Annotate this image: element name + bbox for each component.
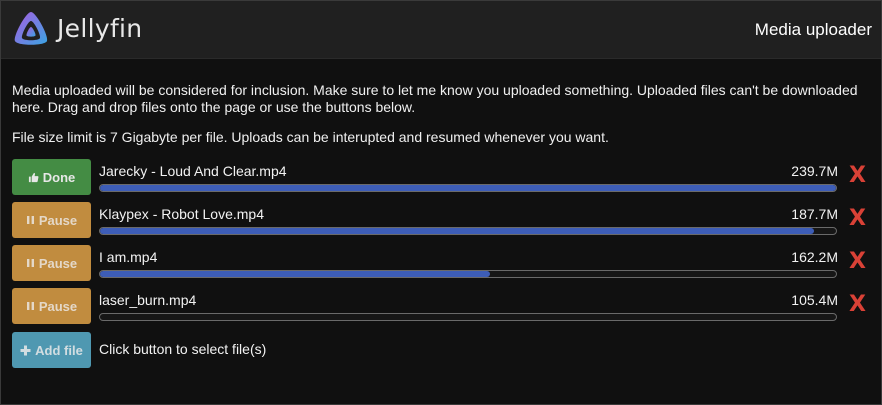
pause-icon xyxy=(26,258,35,268)
done-button-label: Done xyxy=(42,169,76,185)
remove-file-button[interactable]: X xyxy=(849,164,866,188)
pause-button[interactable]: Pause xyxy=(12,202,91,238)
upload-row: Pause I am.mp4 162.2M X xyxy=(12,245,872,282)
pause-button[interactable]: Pause xyxy=(12,288,91,324)
progress-bar xyxy=(99,227,837,235)
pause-icon xyxy=(26,215,35,225)
pause-button-label: Pause xyxy=(38,298,78,314)
brand-name: Jellyfin xyxy=(57,14,143,43)
add-file-button[interactable]: Add file xyxy=(12,332,91,368)
page-title: Media uploader xyxy=(754,20,872,39)
progress-bar xyxy=(99,184,837,192)
uploader-window: Jellyfin Media uploader Media uploaded w… xyxy=(0,0,882,405)
pause-button[interactable]: Pause xyxy=(12,245,91,281)
plus-icon xyxy=(20,345,31,356)
header-bar: Jellyfin Media uploader xyxy=(1,1,881,59)
upload-row: Pause laser_burn.mp4 105.4M X xyxy=(12,288,872,325)
remove-file-button[interactable]: X xyxy=(849,293,866,317)
file-name: I am.mp4 xyxy=(99,249,158,265)
progress-bar xyxy=(99,313,837,321)
intro-text: Media uploaded will be considered for in… xyxy=(12,82,858,115)
file-name: Klaypex - Robot Love.mp4 xyxy=(99,206,264,222)
progress-fill xyxy=(100,271,491,277)
done-button[interactable]: Done xyxy=(12,159,91,195)
file-size: 162.2M xyxy=(791,249,838,265)
pause-button-label: Pause xyxy=(38,212,78,228)
thumbs-up-icon xyxy=(28,172,39,183)
file-size: 105.4M xyxy=(791,292,838,308)
jellyfin-logo-icon xyxy=(14,12,48,45)
add-file-button-label: Add file xyxy=(35,342,83,358)
select-files-hint: Click button to select file(s) xyxy=(99,341,267,357)
file-size: 239.7M xyxy=(791,163,838,179)
file-name: Jarecky - Loud And Clear.mp4 xyxy=(99,163,287,179)
upload-row: Done Jarecky - Loud And Clear.mp4 239.7M… xyxy=(12,159,872,196)
remove-file-button[interactable]: X xyxy=(849,207,866,231)
remove-file-button[interactable]: X xyxy=(849,250,866,274)
file-name: laser_burn.mp4 xyxy=(99,292,197,308)
pause-icon xyxy=(26,301,35,311)
pause-button-label: Pause xyxy=(38,255,78,271)
file-size: 187.7M xyxy=(791,206,838,222)
progress-fill xyxy=(100,185,836,191)
add-file-row: Add file Click button to select file(s) xyxy=(12,332,872,369)
size-limit-text: File size limit is 7 Gigabyte per file. … xyxy=(12,129,609,145)
progress-fill xyxy=(100,228,814,234)
upload-row: Pause Klaypex - Robot Love.mp4 187.7M X xyxy=(12,202,872,239)
progress-bar xyxy=(99,270,837,278)
